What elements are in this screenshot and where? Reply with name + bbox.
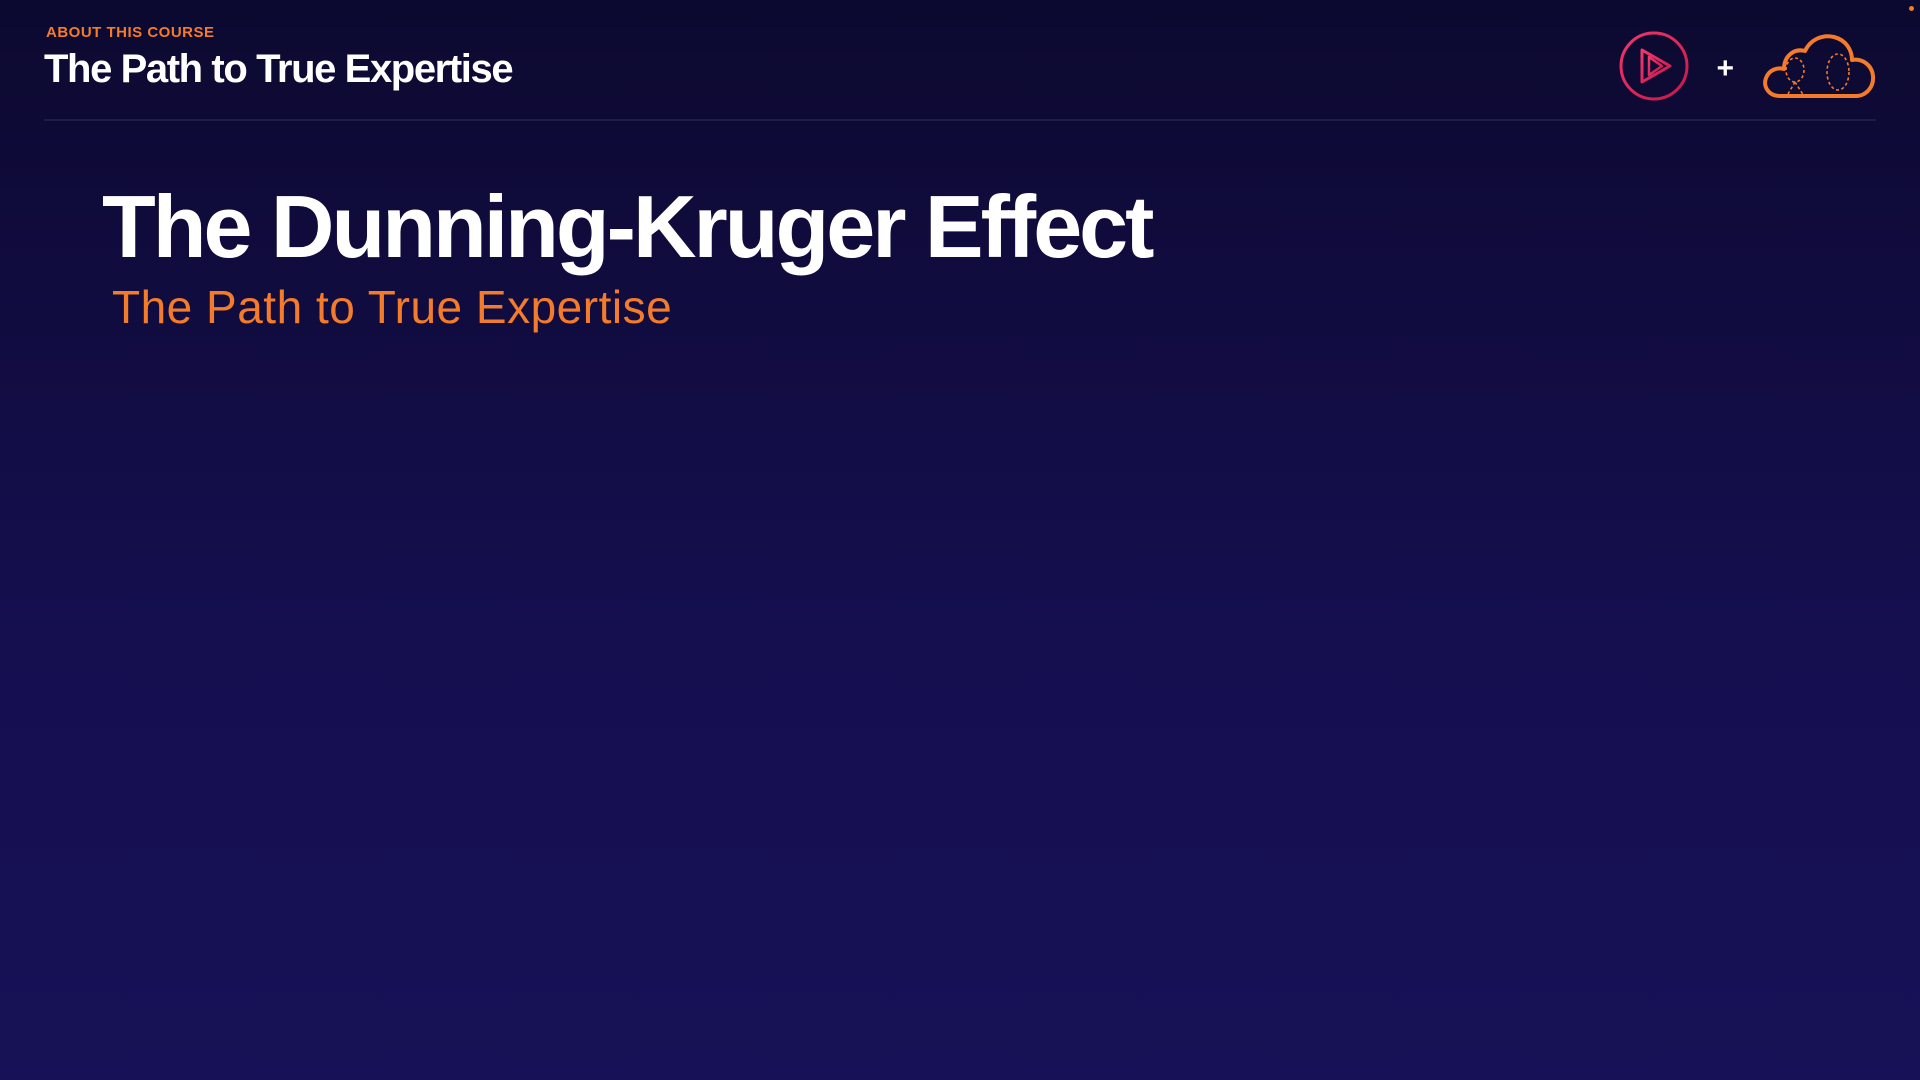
slide-title: The Dunning-Kruger Effect [102,177,1154,276]
status-dot [1909,6,1914,11]
plus-sign: + [1716,51,1734,85]
course-title: The Path to True Expertise [44,47,514,91]
cloud-icon [1760,30,1878,107]
course-header: ABOUT THIS COURSE The Path to True Exper… [44,24,514,92]
slide-subtitle: The Path to True Expertise [112,281,673,333]
play-circle-icon [1618,30,1690,107]
header-divider [44,119,1876,121]
course-eyebrow-label: ABOUT THIS COURSE [46,24,215,41]
brand-logos: + [1618,30,1878,107]
